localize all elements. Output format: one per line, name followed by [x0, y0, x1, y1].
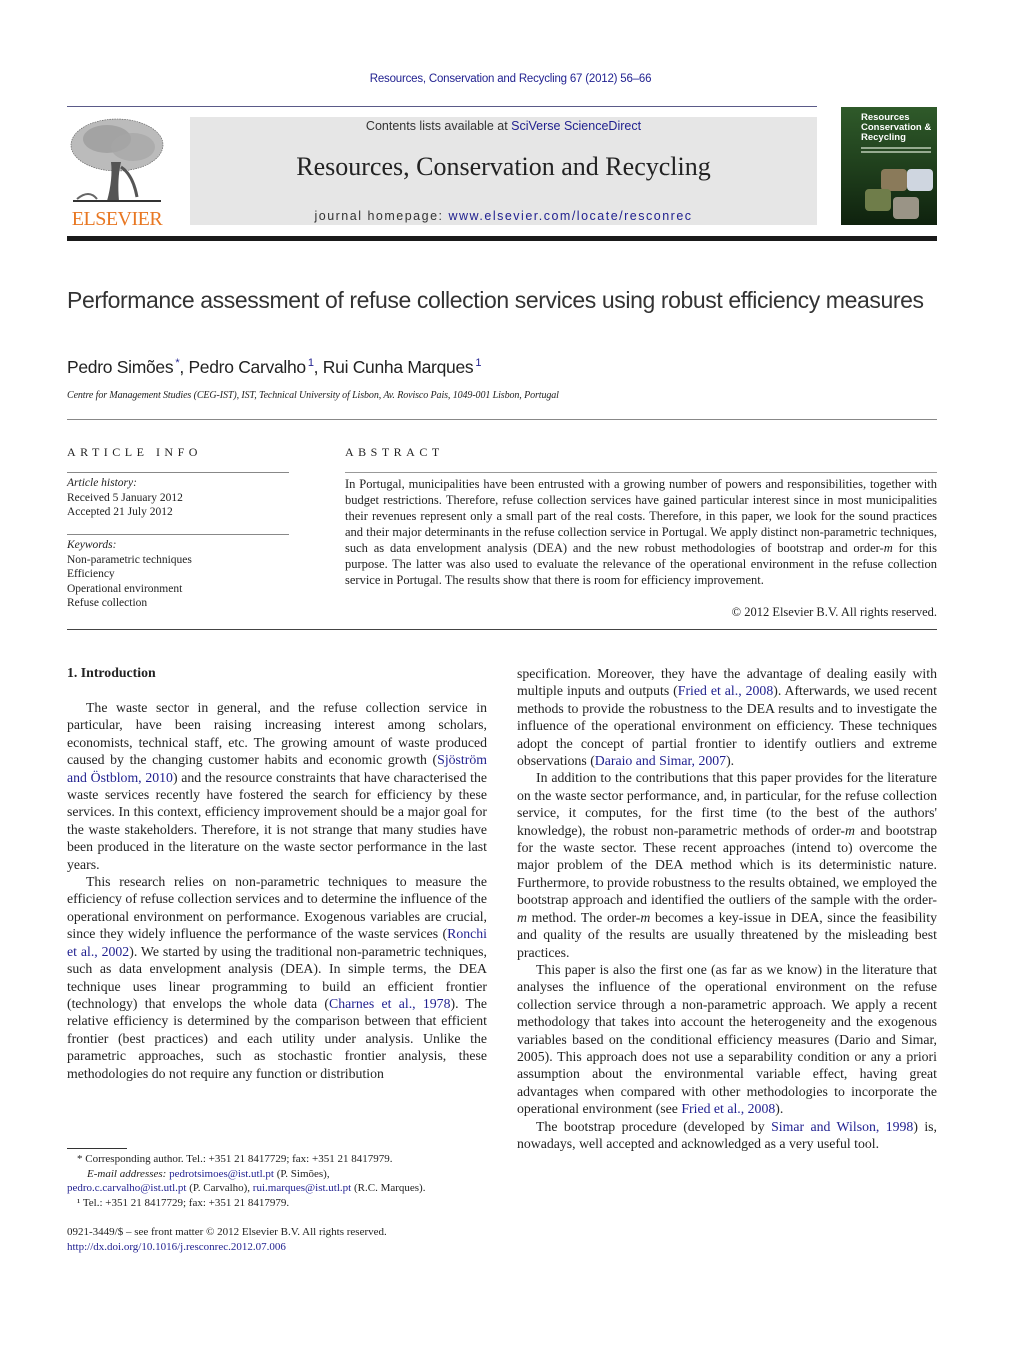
history-label: Article history: [67, 477, 137, 489]
text: The bootstrap procedure (developed by [536, 1118, 772, 1134]
cover-photo-icon [893, 197, 919, 219]
footnote-1: ¹ Tel.: +351 21 8417729; fax: +351 21 84… [77, 1196, 290, 1209]
text: ). [726, 753, 735, 769]
corresponding-author-mark[interactable]: * [175, 357, 179, 369]
body-column-left: The waste sector in general, and the ref… [67, 699, 487, 1082]
paragraph: This paper is also the first one (as far… [517, 961, 937, 1118]
affiliation: Centre for Management Studies (CEG-IST),… [67, 390, 559, 401]
keyword: Refuse collection [67, 597, 148, 609]
keywords-label: Keywords: [67, 539, 117, 551]
citation-link[interactable]: Simar and Wilson, 1998 [771, 1119, 913, 1134]
paragraph: The waste sector in general, and the ref… [67, 699, 487, 873]
email-line: E-mail addresses: pedrotsimoes@ist.utl.p… [67, 1167, 487, 1182]
abstract-heading: ABSTRACT [345, 445, 444, 459]
divider [67, 472, 289, 473]
abstract-copyright: © 2012 Elsevier B.V. All rights reserved… [731, 605, 937, 619]
footnotes: * Corresponding author. Tel.: +351 21 84… [67, 1152, 487, 1210]
cover-photo-icon [865, 189, 891, 211]
paragraph: The bootstrap procedure (developed by Si… [517, 1118, 937, 1153]
homepage-prefix: journal homepage: [314, 209, 449, 223]
cover-photo-icon [907, 169, 933, 191]
contents-line: Contents lists available at SciVerse Sci… [190, 119, 817, 133]
text: The waste sector in general, and the ref… [67, 700, 487, 768]
article-history: Article history: Received 5 January 2012… [67, 476, 183, 520]
citation-link[interactable]: Daraio and Simar, 2007 [595, 753, 726, 768]
email-link[interactable]: rui.marques@ist.utl.pt [253, 1182, 351, 1194]
article-info-heading: ARTICLE INFO [67, 445, 202, 459]
text: ). [775, 1101, 784, 1117]
keyword: Non-parametric techniques [67, 553, 192, 566]
keyword: Operational environment [67, 582, 183, 595]
article-title: Performance assessment of refuse collect… [67, 287, 924, 313]
elsevier-tree-icon [70, 118, 164, 202]
cover-photo-icon [881, 169, 907, 191]
keyword: Efficiency [67, 568, 115, 580]
divider [67, 534, 289, 535]
front-matter-text: 0921-3449/$ – see front matter © 2012 El… [67, 1226, 387, 1238]
section-heading-introduction: 1. Introduction [67, 665, 156, 680]
abstract-span: In Portugal, municipalities have been en… [345, 477, 937, 555]
text: (P. Carvalho), [186, 1182, 253, 1194]
email-link[interactable]: pedro.c.carvalho@ist.utl.pt [67, 1182, 187, 1194]
email-line: pedro.c.carvalho@ist.utl.pt (P. Carvalho… [67, 1181, 487, 1196]
journal-citation[interactable]: Resources, Conservation and Recycling 67… [0, 73, 1021, 85]
header-top-rule [67, 106, 817, 107]
divider [345, 472, 937, 473]
keywords: Keywords: Non-parametric techniques Effi… [67, 538, 192, 611]
elsevier-wordmark: ELSEVIER [71, 208, 163, 230]
divider [67, 419, 937, 420]
homepage-line: journal homepage: www.elsevier.com/locat… [190, 209, 817, 223]
divider [67, 629, 937, 630]
accepted-date: Accepted 21 July 2012 [67, 506, 173, 518]
affiliation-mark[interactable]: 1 [308, 357, 314, 369]
paragraph: specification. Moreover, they have the a… [517, 665, 937, 769]
author-list: Pedro Simões *, Pedro Carvalho 1, Rui Cunh… [67, 357, 482, 377]
affiliation-mark[interactable]: 1 [475, 357, 481, 369]
author-name[interactable]: Pedro Carvalho [188, 357, 306, 377]
math-m: m [517, 909, 527, 925]
math-m: m [883, 541, 893, 555]
text: method. The order- [526, 909, 641, 925]
front-matter: 0921-3449/$ – see front matter © 2012 El… [67, 1225, 487, 1254]
footnote-rule [67, 1148, 127, 1149]
text: (P. Simões), [273, 1167, 330, 1180]
citation-link[interactable]: Fried et al., 2008 [678, 683, 773, 698]
journal-homepage-link[interactable]: www.elsevier.com/locate/resconrec [449, 209, 693, 223]
contents-prefix: Contents lists available at [365, 119, 512, 133]
doi-link[interactable]: http://dx.doi.org/10.1016/j.resconrec.20… [67, 1241, 286, 1253]
abstract-text: In Portugal, municipalities have been en… [345, 476, 937, 588]
cover-title-line: Recycling [861, 132, 906, 143]
author-name[interactable]: Rui Cunha Marques [323, 357, 474, 377]
email-label: E-mail addresses: [87, 1167, 167, 1180]
text: This paper is also the first one (as far… [517, 961, 937, 1117]
author-name[interactable]: Pedro Simões [67, 357, 174, 377]
paragraph: This research relies on non-parametric t… [67, 873, 487, 1082]
journal-name: Resources, Conservation and Recycling [296, 152, 711, 181]
cover-subtitle-bar [861, 147, 931, 153]
header-thick-rule [67, 236, 937, 241]
citation-link[interactable]: Fried et al., 2008 [681, 1101, 775, 1116]
email-link[interactable]: pedrotsimoes@ist.utl.pt [169, 1168, 274, 1180]
paragraph: In addition to the contributions that th… [517, 769, 937, 960]
cover-title: Resources Conservation & Recycling [861, 113, 931, 143]
math-m: m [640, 909, 651, 925]
text: (R.C. Marques). [351, 1182, 426, 1194]
elsevier-logo[interactable]: ELSEVIER [67, 117, 167, 230]
citation-link[interactable]: Charnes et al., 1978 [329, 996, 450, 1011]
text: This research relies on non-parametric t… [67, 874, 487, 942]
sciencedirect-link[interactable]: SciVerse ScienceDirect [511, 119, 641, 133]
received-date: Received 5 January 2012 [67, 491, 183, 504]
corresponding-author-note: * Corresponding author. Tel.: +351 21 84… [77, 1153, 393, 1165]
math-m: m [845, 822, 855, 838]
body-column-right: specification. Moreover, they have the a… [517, 665, 937, 1152]
journal-cover-thumbnail[interactable]: Resources Conservation & Recycling [841, 107, 937, 225]
journal-masthead: Contents lists available at SciVerse Sci… [190, 117, 817, 225]
